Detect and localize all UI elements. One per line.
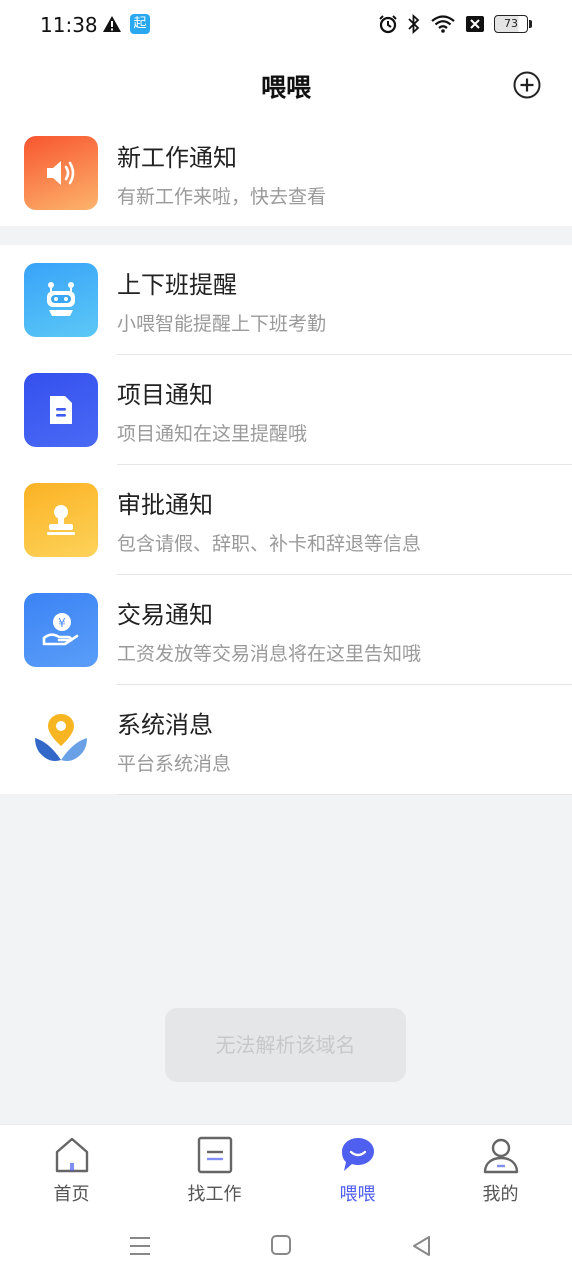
list-item-subtitle: 工资发放等交易消息将在这里告知哦 [117, 643, 422, 665]
tab-find-job[interactable]: 找工作 [143, 1125, 286, 1215]
icon-tile [24, 703, 98, 777]
list-item-title: 系统消息 [117, 711, 213, 739]
icon-tile [24, 373, 98, 447]
list-item-new-job[interactable]: 新工作通知 有新工作来啦，快去查看 [0, 118, 572, 228]
home-square-icon[interactable] [270, 1234, 292, 1256]
toast-message: 无法解析该域名 [165, 1008, 406, 1082]
document-icon [50, 396, 72, 424]
tab-home[interactable]: 首页 [0, 1125, 143, 1215]
wifi-icon [431, 15, 455, 33]
list-item-title: 项目通知 [117, 381, 213, 409]
location-logo-icon [35, 714, 87, 761]
bluetooth-icon [408, 14, 420, 34]
alarm-icon [379, 15, 397, 34]
status-time: 11:38 [40, 13, 98, 37]
profile-icon [483, 1138, 518, 1174]
tab-label: 我的 [482, 1184, 519, 1205]
icon-tile [24, 483, 98, 557]
speaker-icon [47, 161, 75, 185]
list-item-subtitle: 包含请假、辞职、补卡和辞退等信息 [117, 533, 422, 555]
robot-icon [47, 282, 75, 316]
list-item-approval[interactable]: 审批通知 包含请假、辞职、补卡和辞退等信息 [0, 465, 572, 575]
list-item-subtitle: 平台系统消息 [117, 753, 232, 775]
svg-text:¥: ¥ [58, 616, 66, 630]
app-badge-icon: 起 [130, 14, 150, 34]
tab-label: 喂喂 [339, 1184, 376, 1205]
menu-icon[interactable] [128, 1234, 152, 1258]
system-navigation-bar [0, 1214, 572, 1280]
stamp-icon [47, 505, 75, 535]
list-item-system[interactable]: 系统消息 平台系统消息 [0, 685, 572, 795]
icon-tile: ¥ [24, 593, 98, 667]
list-item-project[interactable]: 项目通知 项目通知在这里提醒哦 [0, 355, 572, 465]
sim-icon [466, 16, 484, 32]
notification-list: 上下班提醒 小喂智能提醒上下班考勤 项目通知 项目通知在这里提醒哦 审批通知 包… [0, 245, 572, 795]
warning-icon [103, 16, 121, 32]
page-title: 喂喂 [260, 73, 311, 102]
icon-tile [24, 263, 98, 337]
chat-bubble-icon [341, 1138, 374, 1171]
status-bar: 11:38 起 73 [0, 0, 572, 52]
home-icon [55, 1137, 88, 1173]
divider [117, 794, 572, 795]
battery-icon: 73 [494, 15, 532, 33]
list-item-work-reminder[interactable]: 上下班提醒 小喂智能提醒上下班考勤 [0, 245, 572, 355]
bottom-tab-bar: 首页 找工作 喂喂 我的 [0, 1124, 572, 1215]
list-item-transaction[interactable]: ¥ 交易通知 工资发放等交易消息将在这里告知哦 [0, 575, 572, 685]
tab-profile[interactable]: 我的 [429, 1125, 572, 1215]
tab-label: 首页 [53, 1184, 90, 1205]
list-item-title: 新工作通知 [117, 144, 237, 172]
list-item-subtitle: 项目通知在这里提醒哦 [117, 423, 308, 445]
back-icon[interactable] [410, 1234, 432, 1258]
tab-label: 找工作 [187, 1184, 242, 1205]
tab-weiwei[interactable]: 喂喂 [286, 1125, 429, 1215]
add-button[interactable] [512, 70, 542, 100]
list-item-subtitle: 有新工作来啦，快去查看 [117, 186, 327, 208]
money-hand-icon: ¥ [42, 613, 79, 646]
list-item-subtitle: 小喂智能提醒上下班考勤 [117, 313, 327, 335]
list-item-title: 审批通知 [117, 491, 213, 519]
job-list-icon [197, 1136, 232, 1174]
list-item-title: 交易通知 [117, 601, 213, 629]
header: 喂喂 [0, 52, 572, 118]
list-item-title: 上下班提醒 [117, 271, 237, 299]
new-job-section: 新工作通知 有新工作来啦，快去查看 [0, 118, 572, 226]
icon-tile [24, 136, 98, 210]
